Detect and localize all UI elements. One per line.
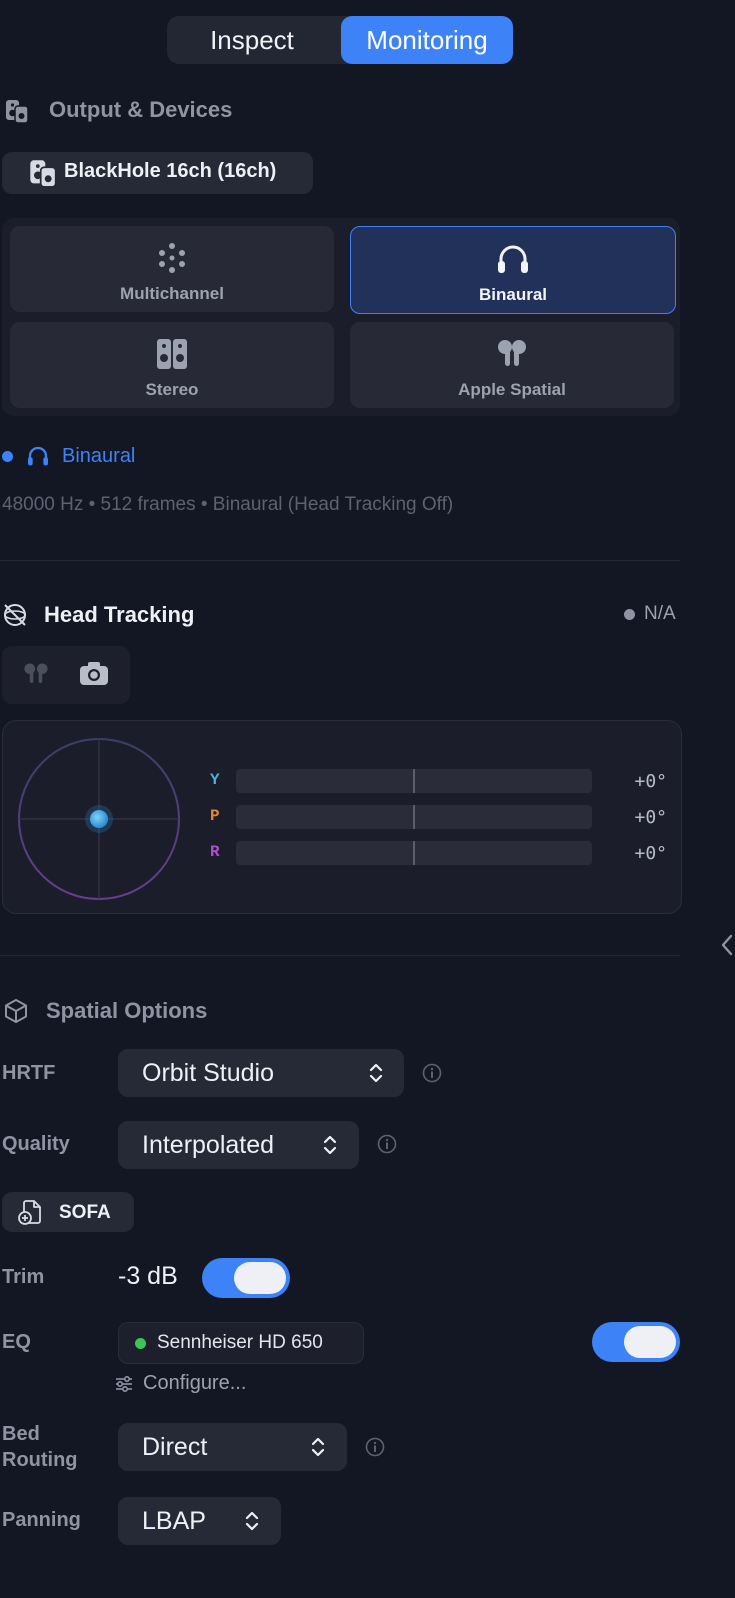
chevron-up-down-icon: [369, 1063, 383, 1083]
tab-inspect[interactable]: Inspect: [167, 16, 337, 64]
quality-value: Interpolated: [142, 1131, 275, 1159]
sofa-button[interactable]: SOFA: [2, 1192, 134, 1232]
info-icon[interactable]: [365, 1437, 385, 1457]
mode-label: Stereo: [145, 380, 199, 399]
mode-apple-spatial[interactable]: Apple Spatial: [350, 322, 674, 408]
panning-value: LBAP: [142, 1507, 206, 1535]
collapse-panel-chevron-icon[interactable]: [720, 933, 734, 957]
sliders-icon: [116, 1375, 132, 1393]
panning-select[interactable]: LBAP: [118, 1497, 281, 1545]
divider: [0, 955, 680, 956]
pitch-label: P: [210, 807, 220, 825]
hrtf-label: HRTF: [2, 1062, 56, 1084]
cube-icon: [5, 999, 27, 1023]
eq-preset-name: Sennheiser HD 650: [157, 1332, 323, 1353]
add-document-icon: [18, 1200, 41, 1225]
speaker-icon: [30, 160, 57, 188]
bed-routing-label: Bed Routing: [2, 1421, 78, 1473]
airpods-icon: [24, 663, 48, 683]
eq-toggle[interactable]: [592, 1322, 680, 1362]
tracking-status: N/A: [644, 603, 676, 624]
mode-binaural[interactable]: Binaural: [350, 226, 676, 314]
spatial-options-title: Spatial Options: [46, 998, 208, 1023]
eq-preset-selector[interactable]: Sennheiser HD 650: [118, 1322, 364, 1364]
bar-center-mark: [413, 841, 415, 865]
output-devices-title: Output & Devices: [49, 97, 233, 122]
bed-routing-label-line2: Routing: [2, 1449, 78, 1471]
bar-center-mark: [413, 769, 415, 793]
chevron-up-down-icon: [245, 1511, 259, 1531]
bar-center-mark: [413, 805, 415, 829]
mode-label: Multichannel: [120, 284, 224, 303]
roll-bar: [236, 841, 592, 865]
yaw-bar: [236, 769, 592, 793]
tab-monitoring[interactable]: Monitoring: [341, 16, 513, 64]
mode-label: Apple Spatial: [458, 380, 566, 399]
hrtf-select[interactable]: Orbit Studio: [118, 1049, 404, 1097]
source-camera-button[interactable]: [78, 659, 118, 691]
headphones-icon: [498, 245, 528, 273]
bed-routing-select[interactable]: Direct: [118, 1423, 347, 1471]
pitch-bar: [236, 805, 592, 829]
quality-select[interactable]: Interpolated: [118, 1121, 359, 1169]
current-mode-label: Binaural: [62, 445, 136, 467]
active-mode-dot: [2, 451, 13, 462]
mode-label: Binaural: [478, 285, 548, 304]
orientation-radar: [18, 738, 180, 900]
configure-label: Configure...: [143, 1372, 247, 1394]
yaw-value: +0°: [634, 771, 667, 792]
audio-status-line: 48000 Hz • 512 frames • Binaural (Head T…: [2, 494, 454, 515]
chevron-up-down-icon: [323, 1135, 337, 1155]
sofa-label: SOFA: [59, 1202, 111, 1223]
stereo-speakers-icon: [157, 339, 187, 369]
yaw-label: Y: [210, 771, 220, 789]
multichannel-dots-icon: [159, 243, 185, 273]
headphones-icon: [28, 446, 48, 466]
trim-value: -3 dB: [118, 1262, 178, 1290]
tracking-status-dot: [624, 609, 635, 620]
panning-label: Panning: [2, 1509, 81, 1531]
bed-routing-label-line1: Bed: [2, 1423, 40, 1445]
pitch-value: +0°: [634, 807, 667, 828]
device-selector[interactable]: BlackHole 16ch (16ch): [2, 152, 313, 194]
speaker-icon: [6, 100, 29, 124]
tracking-source-group: [2, 646, 130, 704]
chevron-up-down-icon: [311, 1437, 325, 1457]
trim-toggle[interactable]: [202, 1258, 290, 1298]
toggle-knob: [624, 1326, 676, 1358]
airpods-icon: [498, 340, 526, 366]
trim-label: Trim: [2, 1266, 45, 1288]
head-tracking-off-icon: [4, 604, 26, 626]
device-name: BlackHole 16ch (16ch): [64, 160, 277, 182]
orientation-panel: Y +0° P +0° R +0°: [2, 720, 682, 914]
head-tracking-title: Head Tracking: [44, 602, 195, 627]
toggle-knob: [234, 1262, 286, 1294]
info-icon[interactable]: [422, 1063, 442, 1083]
divider: [0, 560, 680, 561]
view-switcher: Inspect Monitoring: [167, 16, 513, 64]
roll-value: +0°: [634, 843, 667, 864]
quality-label: Quality: [2, 1133, 70, 1155]
camera-icon: [80, 662, 108, 685]
eq-label: EQ: [2, 1331, 31, 1353]
mode-multichannel[interactable]: Multichannel: [10, 226, 334, 312]
output-mode-grid: Multichannel Binaural Stereo Apple Spati…: [2, 218, 680, 416]
eq-status-dot: [135, 1338, 146, 1349]
source-airpods-button[interactable]: [16, 659, 56, 691]
hrtf-value: Orbit Studio: [142, 1059, 275, 1087]
mode-stereo[interactable]: Stereo: [10, 322, 334, 408]
roll-label: R: [210, 843, 220, 861]
info-icon[interactable]: [377, 1134, 397, 1154]
bed-routing-value: Direct: [142, 1433, 208, 1461]
